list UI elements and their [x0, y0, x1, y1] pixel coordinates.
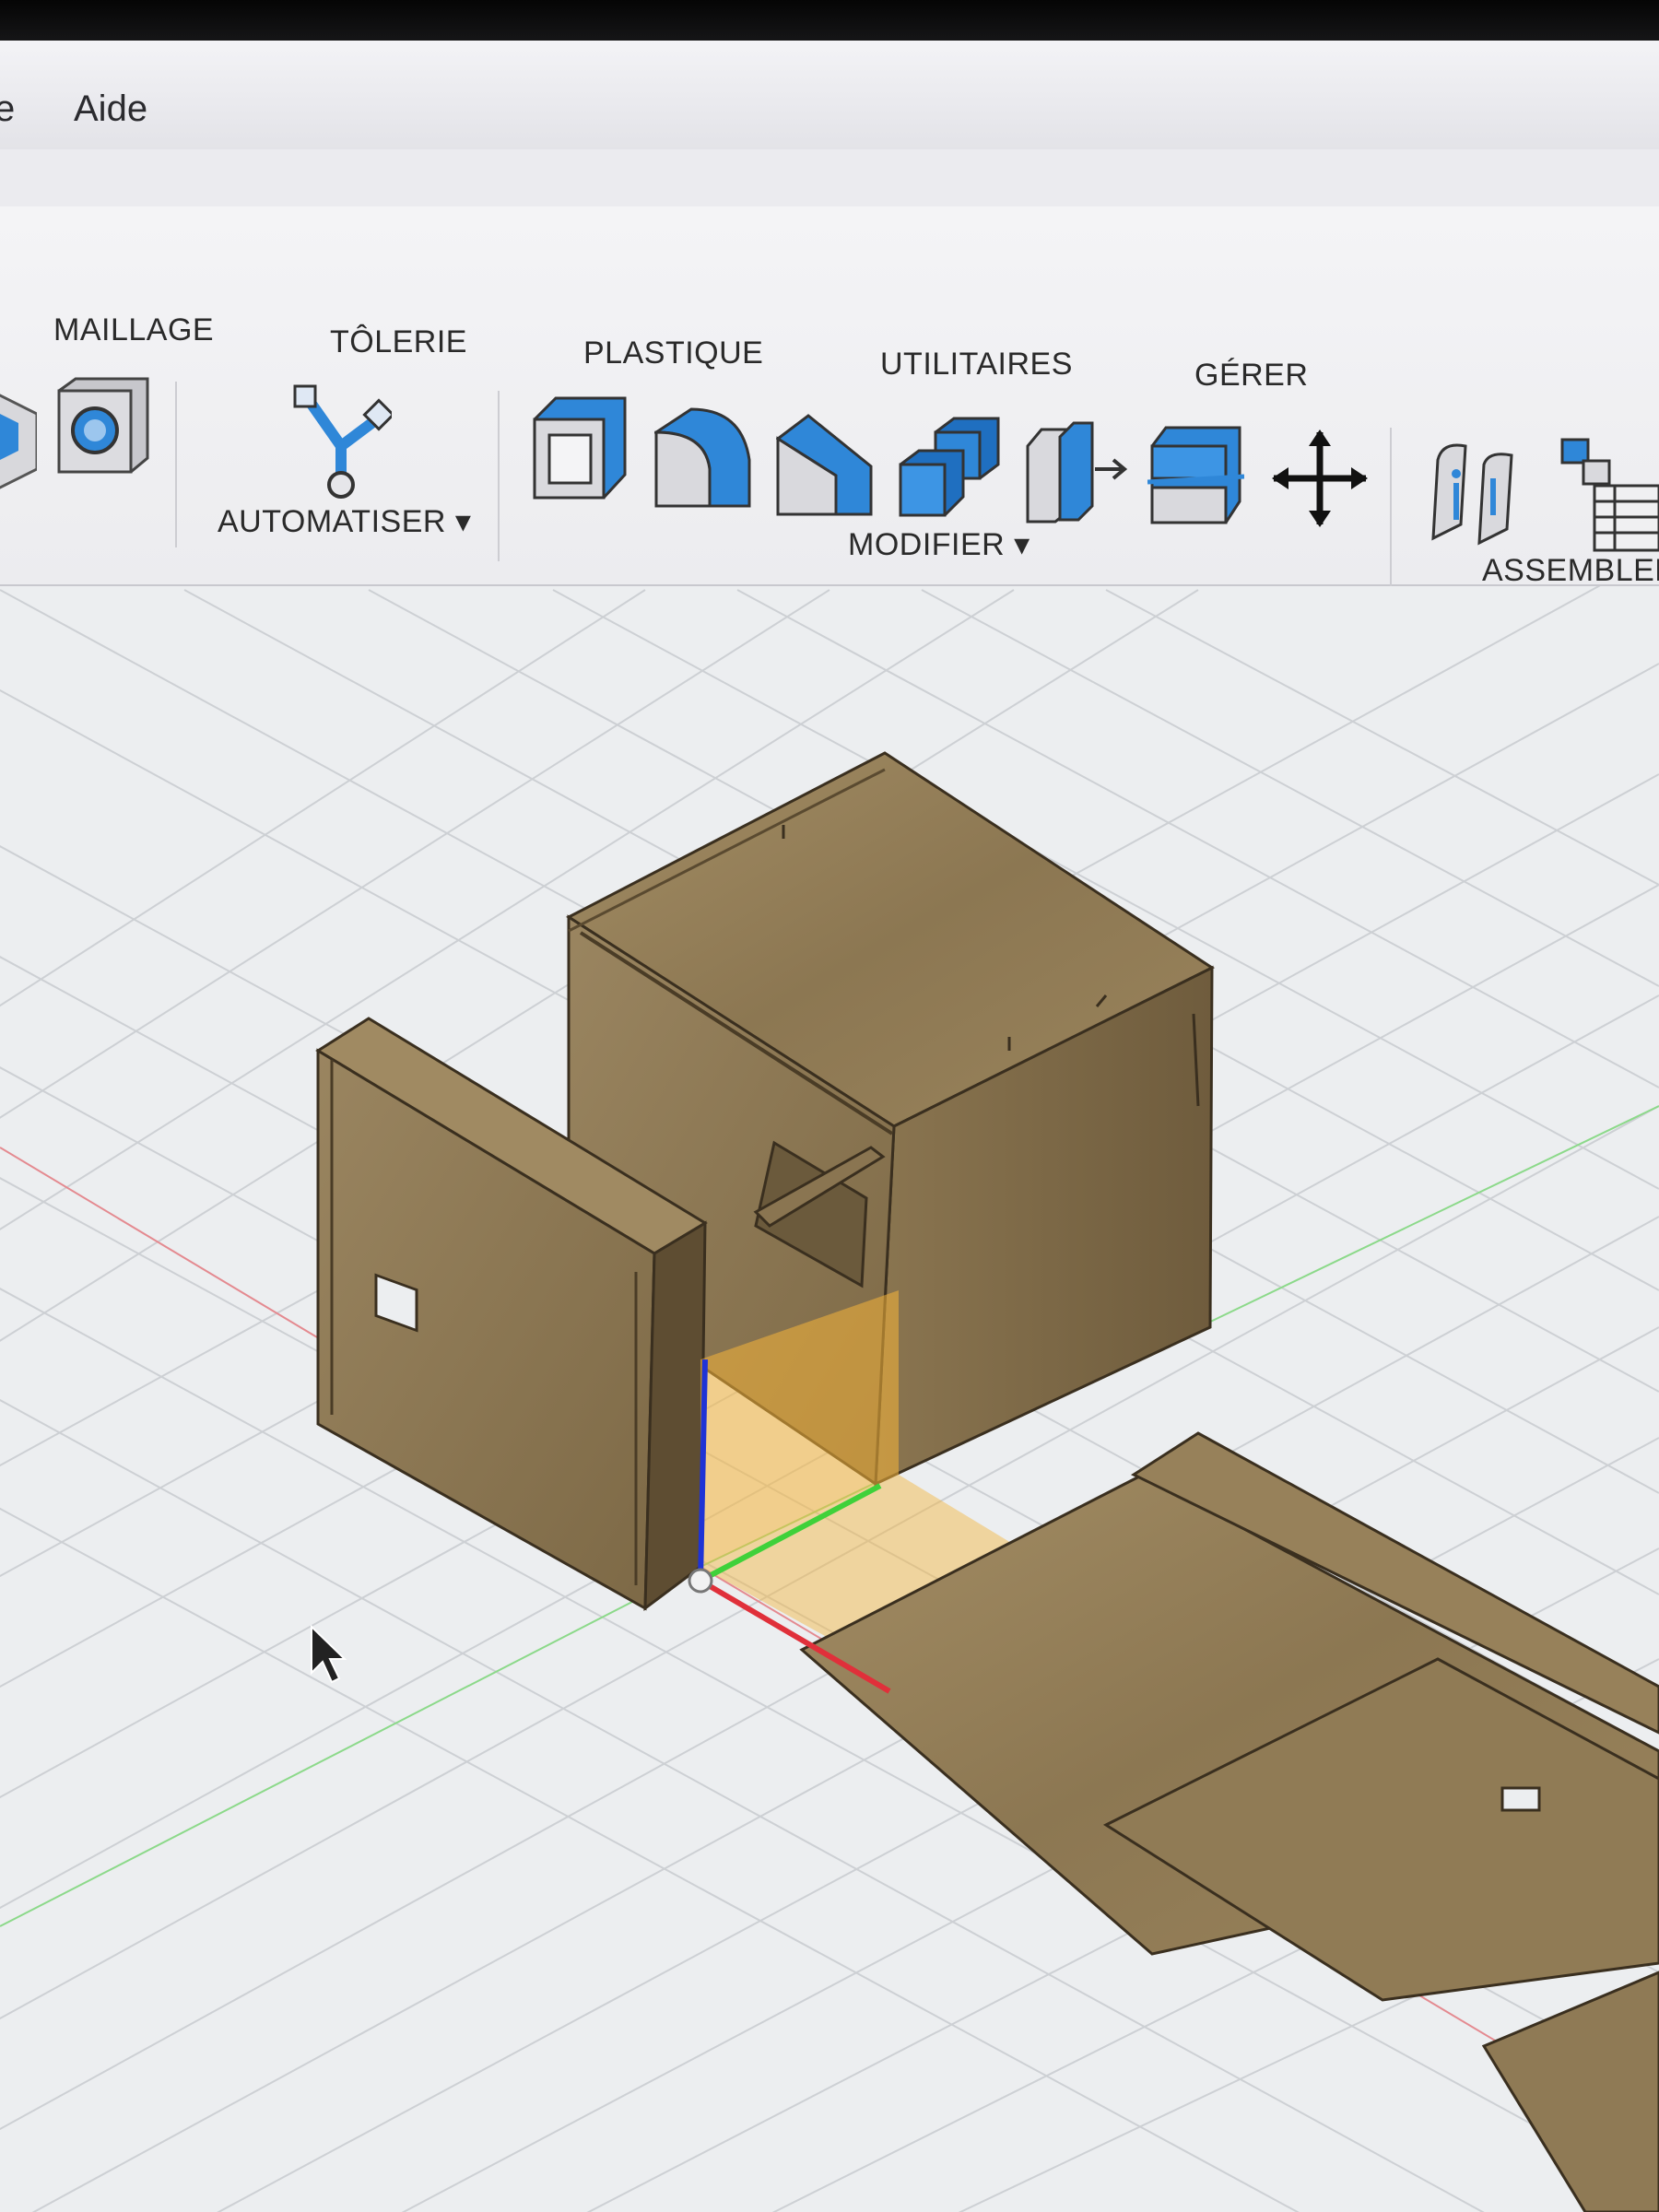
menu-bar: e Aide [0, 41, 1659, 151]
ribbon-separator [1390, 428, 1392, 603]
hole-cube-icon[interactable] [57, 377, 149, 474]
offset-face-icon[interactable] [1023, 418, 1129, 524]
combine-icon[interactable] [899, 414, 1000, 517]
canvas-scene [0, 586, 1659, 2212]
ribbon-separator [498, 391, 500, 561]
menu-item-partial[interactable]: e [0, 88, 15, 130]
tab-utilities[interactable]: UTILITAIRES [880, 347, 1073, 382]
automate-group-label[interactable]: AUTOMATISER ▾ [218, 503, 471, 540]
tab-manage[interactable]: GÉRER [1194, 358, 1308, 394]
document-tab-bar [0, 149, 1659, 207]
move-icon[interactable] [1272, 428, 1369, 529]
chamfer-icon[interactable] [776, 411, 873, 517]
menu-item-help[interactable]: Aide [74, 88, 147, 130]
joint-icon[interactable] [1429, 437, 1521, 547]
tab-plastic[interactable]: PLASTIQUE [583, 335, 763, 371]
assemble-group-label[interactable]: ASSEMBLER [1482, 553, 1659, 589]
fusion-screen: e Aide MAILLAGE TÔLERIE PLASTIQUE UTILIT… [0, 0, 1659, 2212]
fillet-icon[interactable] [654, 405, 751, 508]
ribbon-separator [175, 382, 177, 547]
tab-sheet-metal[interactable]: TÔLERIE [330, 324, 467, 360]
modify-group-label[interactable]: MODIFIER ▾ [848, 526, 1030, 563]
solid-sphere-icon[interactable] [0, 377, 37, 497]
bill-of-materials-icon[interactable] [1558, 435, 1659, 555]
split-body-icon[interactable] [1147, 423, 1244, 526]
automate-node-icon[interactable] [290, 382, 392, 501]
toolbar-ribbon: MAILLAGE TÔLERIE PLASTIQUE UTILITAIRES G… [0, 206, 1659, 603]
shell-icon[interactable] [533, 396, 627, 500]
tab-mesh[interactable]: MAILLAGE [53, 312, 214, 348]
3d-canvas[interactable] [0, 586, 1659, 2212]
